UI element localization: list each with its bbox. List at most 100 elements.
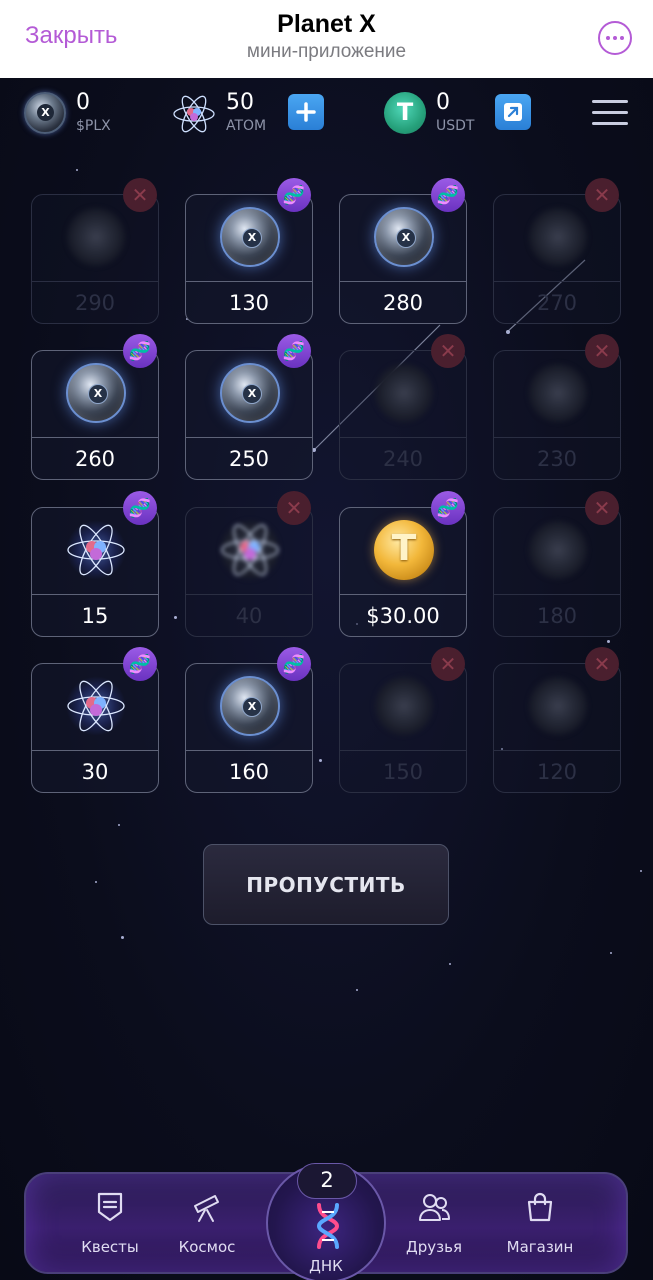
nav-quests-label: Квесты [81, 1238, 139, 1256]
reward-value: 30 [81, 760, 109, 784]
reward-card[interactable]: 270 [493, 194, 621, 324]
plx-coin-icon [220, 363, 280, 423]
dna-badge-icon: 🧬 [277, 178, 311, 212]
plx-coin-icon [220, 676, 280, 736]
card-divider [186, 750, 312, 751]
card-divider [186, 594, 312, 595]
card-divider [186, 281, 312, 282]
reward-card[interactable]: 180 [493, 507, 621, 637]
atom-icon [172, 92, 215, 134]
card-divider [494, 750, 620, 751]
close-icon: ✕ [277, 491, 311, 525]
card-divider [32, 281, 158, 282]
dna-badge-icon: 🧬 [123, 334, 157, 368]
card-divider [186, 437, 312, 438]
mini-app-header: Закрыть Planet X мини-приложение [0, 0, 653, 78]
nav-space-label: Космос [178, 1238, 236, 1256]
usdt-coin-icon [374, 520, 434, 580]
reward-value: 240 [382, 447, 424, 471]
withdraw-usdt-button[interactable] [495, 94, 531, 130]
close-icon: ✕ [431, 647, 465, 681]
reward-card[interactable]: 280 [339, 194, 467, 324]
reward-card[interactable]: 15 [31, 507, 159, 637]
reward-value: 290 [74, 291, 116, 315]
reward-card[interactable]: 160 [185, 663, 313, 793]
plx-balance-value: 0 [76, 90, 90, 115]
close-icon: ✕ [585, 647, 619, 681]
nav-quests[interactable]: Квесты [60, 1184, 160, 1264]
nav-shop[interactable]: Магазин [490, 1184, 590, 1264]
dna-icon [316, 1203, 340, 1249]
arrow-up-right-icon [504, 103, 522, 121]
reward-card[interactable]: 130 [185, 194, 313, 324]
atom-icon [66, 676, 126, 736]
reward-value: 120 [536, 760, 578, 784]
plx-coin-icon [374, 363, 434, 423]
reward-value: 160 [228, 760, 270, 784]
usdt-balance: 0 USDT [384, 90, 494, 136]
quests-icon [97, 1192, 123, 1222]
reward-value: 130 [228, 291, 270, 315]
atom-icon [220, 520, 280, 580]
card-divider [32, 594, 158, 595]
telescope-icon [194, 1195, 219, 1222]
nav-dna-label: ДНК [309, 1257, 343, 1275]
close-icon: ✕ [585, 334, 619, 368]
reward-value: 250 [228, 447, 270, 471]
dna-count-badge: 2 [297, 1163, 357, 1199]
dna-badge-icon: 🧬 [431, 178, 465, 212]
friends-icon [419, 1194, 450, 1221]
reward-card[interactable]: 290 [31, 194, 159, 324]
app-area: 0 $PLX 50 ATOM 0 USDT [0, 78, 653, 1280]
atom-balance-label: ATOM [226, 118, 267, 134]
plx-balance-label: $PLX [76, 118, 111, 134]
reward-card[interactable]: 260 [31, 350, 159, 480]
usdt-coin-icon [384, 92, 426, 134]
reward-value: 40 [235, 604, 263, 628]
reward-card[interactable]: $30.00 [339, 507, 467, 637]
card-divider [494, 437, 620, 438]
app-title: Planet X [277, 10, 376, 38]
card-divider [32, 437, 158, 438]
nav-friends-label: Друзья [406, 1238, 462, 1256]
plus-icon [296, 102, 316, 122]
menu-button[interactable] [592, 100, 628, 126]
card-divider [340, 281, 466, 282]
close-icon: ✕ [123, 178, 157, 212]
reward-card[interactable]: 240 [339, 350, 467, 480]
usdt-balance-value: 0 [436, 90, 450, 115]
plx-coin-icon [66, 207, 126, 267]
dna-badge-icon: 🧬 [123, 647, 157, 681]
reward-value: 15 [81, 604, 109, 628]
reward-value: 280 [382, 291, 424, 315]
card-divider [32, 750, 158, 751]
nav-space[interactable]: Космос [157, 1184, 257, 1264]
card-divider [340, 594, 466, 595]
reward-card[interactable]: 230 [493, 350, 621, 480]
dna-badge-icon: 🧬 [277, 647, 311, 681]
add-atom-button[interactable] [288, 94, 324, 130]
plx-coin-icon [374, 676, 434, 736]
nav-friends[interactable]: Друзья [384, 1184, 484, 1264]
more-options-button[interactable] [598, 21, 632, 55]
reward-card[interactable]: 40 [185, 507, 313, 637]
app-subtitle: мини-приложение [246, 41, 407, 62]
plx-coin-icon [528, 676, 588, 736]
reward-card[interactable]: 120 [493, 663, 621, 793]
skip-button[interactable]: ПРОПУСТИТЬ [203, 844, 449, 925]
reward-card[interactable]: 30 [31, 663, 159, 793]
card-divider [494, 281, 620, 282]
reward-card[interactable]: 150 [339, 663, 467, 793]
reward-value: 260 [74, 447, 116, 471]
reward-value: 230 [536, 447, 578, 471]
hamburger-icon [592, 100, 628, 103]
reward-value: 150 [382, 760, 424, 784]
close-icon: ✕ [585, 178, 619, 212]
plx-coin-icon [528, 520, 588, 580]
shop-bag-icon [527, 1192, 553, 1222]
reward-value: $30.00 [366, 604, 440, 628]
card-divider [494, 594, 620, 595]
dna-badge-icon: 🧬 [431, 491, 465, 525]
reward-card[interactable]: 250 [185, 350, 313, 480]
plx-coin-icon [374, 207, 434, 267]
